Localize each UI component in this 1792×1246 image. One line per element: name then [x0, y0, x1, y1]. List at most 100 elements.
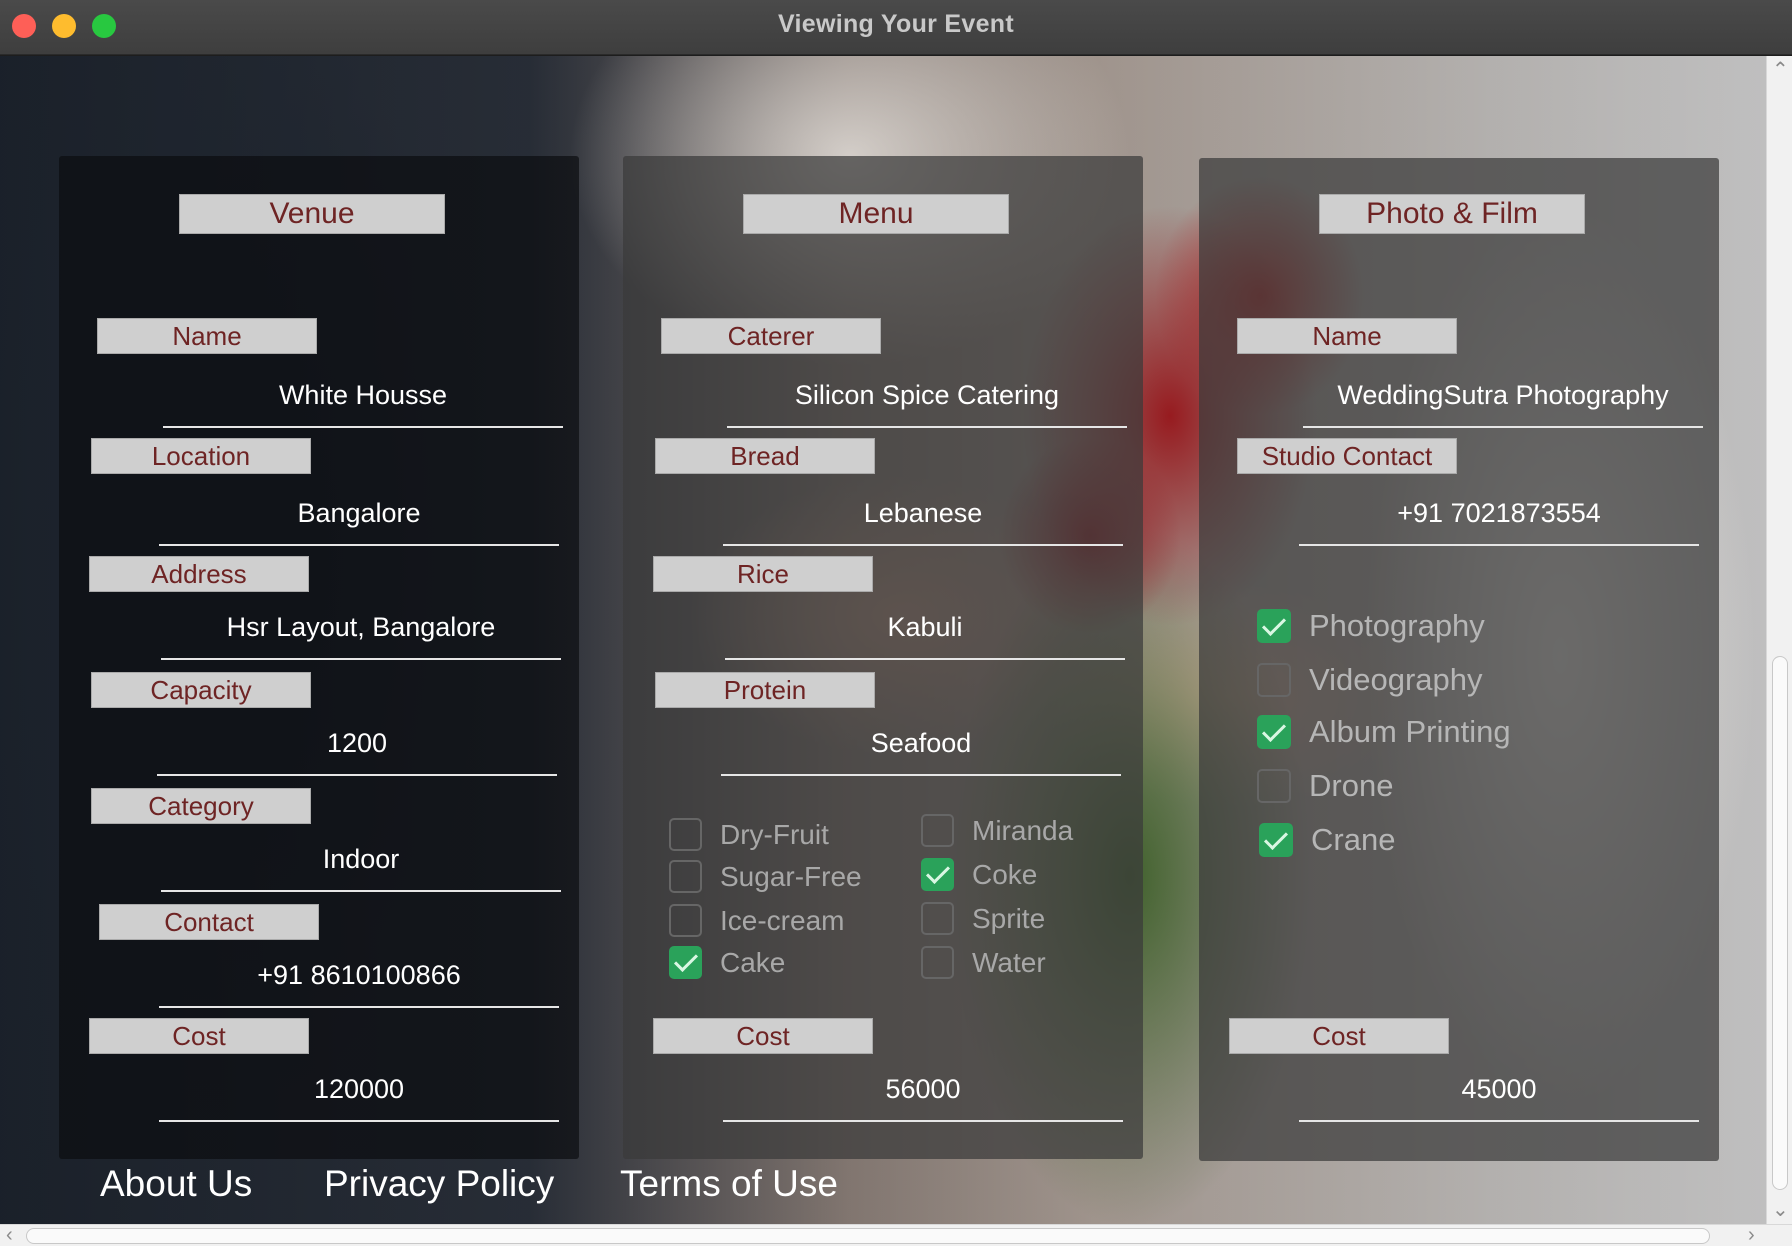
menu-protein-value: Seafood — [870, 728, 972, 758]
videography-checkbox[interactable] — [1257, 663, 1291, 697]
about-us-link[interactable]: About Us — [100, 1163, 252, 1205]
coke-checkbox[interactable] — [921, 858, 954, 891]
album-printing-label: Album Printing — [1309, 714, 1511, 749]
scroll-down-arrow-icon[interactable]: ⌄ — [1772, 1200, 1789, 1220]
photo-name-label: Name — [1237, 318, 1457, 354]
photo-header: Photo & Film — [1319, 194, 1585, 234]
extra-ice-cream[interactable]: Ice-cream — [669, 904, 844, 937]
venue-contact-value: +91 8610100866 — [257, 960, 461, 990]
extra-sugar-free[interactable]: Sugar-Free — [669, 860, 862, 893]
sugar-free-checkbox[interactable] — [669, 860, 702, 893]
venue-address-underline — [161, 658, 561, 660]
venue-name-label: Name — [97, 318, 317, 354]
venue-capacity-underline — [157, 774, 557, 776]
venue-capacity-value: 1200 — [326, 728, 388, 758]
menu-rice-underline — [725, 658, 1125, 660]
menu-caterer-label: Caterer — [661, 318, 881, 354]
window-title: Viewing Your Event — [777, 10, 1014, 38]
photography-label: Photography — [1309, 608, 1485, 643]
extra-cake[interactable]: Cake — [669, 946, 785, 979]
terms-of-use-link[interactable]: Terms of Use — [620, 1163, 838, 1205]
vertical-scroll-thumb[interactable] — [1772, 656, 1788, 1190]
studio-contact-value: +91 7021873554 — [1397, 498, 1601, 528]
drink-water[interactable]: Water — [921, 946, 1046, 979]
menu-panel: Menu Caterer Silicon Spice Catering Brea… — [623, 156, 1143, 1159]
privacy-policy-link[interactable]: Privacy Policy — [324, 1163, 554, 1205]
scroll-up-arrow-icon[interactable]: ⌃ — [1772, 60, 1789, 80]
water-checkbox[interactable] — [921, 946, 954, 979]
drink-coke[interactable]: Coke — [921, 858, 1037, 891]
menu-bread-label: Bread — [655, 438, 875, 474]
horizontal-scrollbar[interactable]: ‹ › — [0, 1224, 1792, 1246]
service-album-printing[interactable]: Album Printing — [1257, 714, 1511, 750]
scroll-right-arrow-icon[interactable]: › — [1748, 1225, 1755, 1245]
studio-contact-label: Studio Contact — [1237, 438, 1457, 474]
menu-cost-underline — [723, 1120, 1123, 1122]
drink-miranda[interactable]: Miranda — [921, 814, 1073, 847]
venue-category-label: Category — [91, 788, 311, 824]
horizontal-scroll-thumb[interactable] — [26, 1228, 1710, 1244]
service-videography[interactable]: Videography — [1257, 662, 1483, 698]
sprite-checkbox[interactable] — [921, 902, 954, 935]
photo-cost-underline — [1299, 1120, 1699, 1122]
dry-fruit-checkbox[interactable] — [669, 818, 702, 851]
menu-cost-label: Cost — [653, 1018, 873, 1054]
videography-label: Videography — [1309, 662, 1483, 697]
photo-name-value: WeddingSutra Photography — [1337, 380, 1669, 410]
scroll-left-arrow-icon[interactable]: ‹ — [6, 1225, 13, 1245]
service-photography[interactable]: Photography — [1257, 608, 1485, 644]
venue-location-label: Location — [91, 438, 311, 474]
service-drone[interactable]: Drone — [1257, 768, 1393, 804]
venue-capacity-label: Capacity — [91, 672, 311, 708]
venue-contact-label: Contact — [99, 904, 319, 940]
venue-address-label: Address — [89, 556, 309, 592]
menu-bread-underline — [723, 544, 1123, 546]
venue-cost-label: Cost — [89, 1018, 309, 1054]
app-window: Viewing Your Event Venue Name White Hous… — [0, 0, 1792, 1246]
coke-label: Coke — [972, 858, 1038, 890]
menu-caterer-underline — [727, 426, 1127, 428]
vertical-scrollbar[interactable]: ⌃ ⌄ — [1766, 56, 1792, 1224]
venue-address-value: Hsr Layout, Bangalore — [226, 612, 496, 642]
venue-category-value: Indoor — [322, 844, 400, 874]
venue-name-value: White Housse — [278, 380, 448, 410]
drone-checkbox[interactable] — [1257, 769, 1291, 803]
drone-label: Drone — [1309, 768, 1394, 803]
extra-dry-fruit[interactable]: Dry-Fruit — [669, 818, 829, 851]
venue-name-underline — [163, 426, 563, 428]
studio-contact-underline — [1299, 544, 1699, 546]
menu-cost-value: 56000 — [885, 1074, 961, 1104]
venue-location-underline — [159, 544, 559, 546]
service-crane[interactable]: Crane — [1259, 822, 1395, 858]
venue-category-underline — [161, 890, 561, 892]
dry-fruit-label: Dry-Fruit — [720, 818, 829, 850]
miranda-label: Miranda — [972, 814, 1074, 846]
drink-sprite[interactable]: Sprite — [921, 902, 1045, 935]
album-printing-checkbox[interactable] — [1257, 715, 1291, 749]
cake-label: Cake — [720, 946, 786, 978]
menu-header: Menu — [743, 194, 1009, 234]
menu-protein-label: Protein — [655, 672, 875, 708]
miranda-checkbox[interactable] — [921, 814, 954, 847]
sprite-label: Sprite — [972, 902, 1046, 934]
ice-cream-label: Ice-cream — [720, 904, 845, 936]
ice-cream-checkbox[interactable] — [669, 904, 702, 937]
photo-name-underline — [1303, 426, 1703, 428]
photo-cost-label: Cost — [1229, 1018, 1449, 1054]
photo-cost-value: 45000 — [1461, 1074, 1537, 1104]
cake-checkbox[interactable] — [669, 946, 702, 979]
crane-label: Crane — [1311, 822, 1396, 857]
sugar-free-label: Sugar-Free — [720, 860, 862, 892]
venue-cost-underline — [159, 1120, 559, 1122]
venue-header: Venue — [179, 194, 445, 234]
venue-panel: Venue Name White Housse Location Bangalo… — [59, 156, 579, 1159]
event-content: Venue Name White Housse Location Bangalo… — [0, 56, 1766, 1224]
menu-rice-label: Rice — [653, 556, 873, 592]
title-bar: Viewing Your Event — [0, 0, 1792, 55]
venue-cost-value: 120000 — [313, 1074, 405, 1104]
menu-caterer-value: Silicon Spice Catering — [794, 380, 1060, 410]
photography-checkbox[interactable] — [1257, 609, 1291, 643]
menu-rice-value: Kabuli — [887, 612, 963, 642]
crane-checkbox[interactable] — [1259, 823, 1293, 857]
venue-contact-underline — [159, 1006, 559, 1008]
